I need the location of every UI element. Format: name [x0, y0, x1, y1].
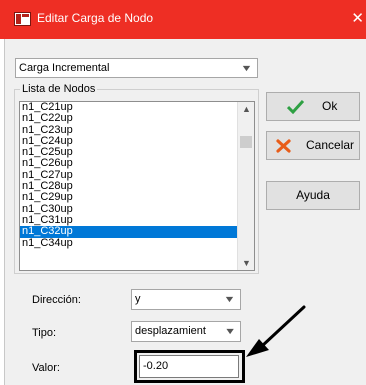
type-label: Tipo:: [32, 327, 57, 339]
direction-dropdown[interactable]: y ▼: [131, 289, 241, 310]
chevron-down-icon: ▼: [219, 322, 237, 340]
help-label: Ayuda: [296, 188, 330, 202]
chevron-down-icon: ▼: [240, 63, 253, 73]
node-list-label: Lista de Nodos: [20, 83, 98, 95]
cancel-button[interactable]: Cancelar: [266, 131, 360, 160]
close-icon[interactable]: ✕: [351, 9, 364, 27]
type-value: desplazamient: [135, 325, 206, 337]
scroll-down-icon[interactable]: ▼: [238, 258, 254, 268]
list-scrollbar[interactable]: ▲ ▼: [237, 102, 254, 270]
node-list-items: n1_C21up n1_C22up n1_C23up n1_C24up n1_C25up…: [20, 102, 254, 249]
window-title: Editar Carga de Nodo: [37, 11, 154, 25]
load-type-dropdown[interactable]: Carga Incremental ▼: [15, 58, 258, 78]
type-dropdown[interactable]: desplazamient ▼: [131, 321, 241, 342]
checkmark-icon: [287, 100, 304, 114]
node-listbox[interactable]: n1_C21up n1_C22up n1_C23up n1_C24up n1_C25up…: [19, 101, 255, 271]
scroll-thumb[interactable]: [240, 136, 252, 148]
scroll-up-icon[interactable]: ▲: [238, 104, 254, 114]
list-item[interactable]: n1_C32up: [20, 226, 254, 238]
load-type-value: Carga Incremental: [19, 62, 110, 74]
cross-icon: [276, 139, 291, 153]
list-item[interactable]: n1_C22up: [20, 113, 254, 124]
ok-button[interactable]: Ok: [266, 92, 360, 121]
help-button[interactable]: Ayuda: [266, 181, 360, 210]
cancel-label: Cancelar: [306, 138, 355, 152]
direction-value: y: [135, 293, 141, 305]
value-label: Valor:: [32, 362, 60, 374]
annotation-highlight-box: [134, 350, 245, 383]
list-item[interactable]: n1_C34up: [20, 237, 254, 249]
chevron-down-icon: ▼: [223, 294, 236, 304]
list-item[interactable]: n1_C29up: [20, 192, 254, 203]
app-window-icon: [14, 12, 31, 26]
title-bar[interactable]: Editar Carga de Nodo ✕: [0, 0, 366, 39]
ok-label: Ok: [322, 99, 338, 113]
direction-label: Dirección:: [32, 294, 81, 306]
